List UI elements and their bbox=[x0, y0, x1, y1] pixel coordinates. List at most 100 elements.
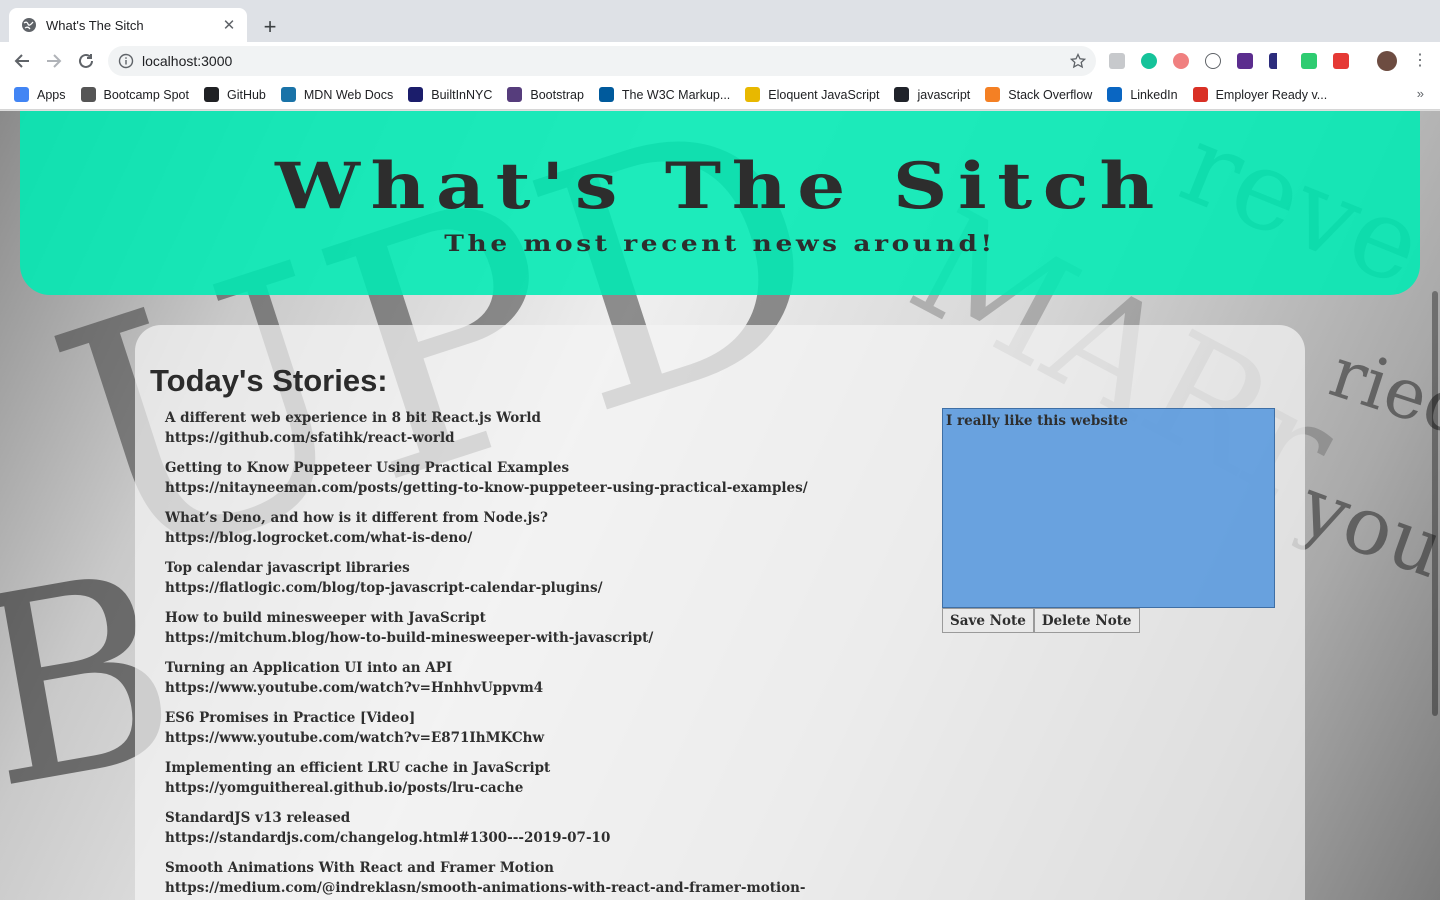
story-item: Getting to Know Puppeteer Using Practica… bbox=[165, 458, 885, 508]
bookmark-label: BuiltInNYC bbox=[431, 87, 493, 102]
story-link[interactable]: https://standardjs.com/changelog.html#13… bbox=[165, 828, 885, 848]
site-subtitle: The most recent news around! bbox=[444, 231, 996, 257]
globe-icon bbox=[21, 17, 37, 33]
extension-icon[interactable] bbox=[1109, 53, 1125, 69]
bookmark-item[interactable]: LinkedIn bbox=[1107, 87, 1178, 102]
site-title: What's The Sitch bbox=[275, 149, 1165, 224]
story-title[interactable]: Getting to Know Puppeteer Using Practica… bbox=[165, 458, 885, 478]
story-link[interactable]: https://blog.logrocket.com/what-is-deno/ bbox=[165, 528, 885, 548]
bookmark-item[interactable]: GitHub bbox=[203, 87, 266, 102]
story-title[interactable]: Turning an Application UI into an API bbox=[165, 658, 885, 678]
stackoverflow-icon bbox=[985, 87, 1001, 102]
bookmark-item[interactable]: Stack Overflow bbox=[985, 87, 1092, 102]
page-scrollbar[interactable] bbox=[1430, 111, 1440, 900]
story-title[interactable]: ES6 Promises in Practice [Video] bbox=[165, 708, 885, 728]
bookmark-label: javascript bbox=[917, 87, 971, 102]
ejs-icon bbox=[745, 87, 761, 102]
w3c-icon bbox=[598, 87, 614, 102]
bookmark-item[interactable]: Apps bbox=[14, 87, 66, 102]
reload-button[interactable] bbox=[74, 49, 98, 73]
address-bar[interactable]: localhost:3000 bbox=[108, 46, 1096, 76]
story-link[interactable]: https://mitchum.blog/how-to-build-minesw… bbox=[165, 628, 885, 648]
story-link[interactable]: https://www.youtube.com/watch?v=E871IhMK… bbox=[165, 728, 885, 748]
grammarly-icon[interactable] bbox=[1141, 53, 1157, 69]
menu-dots-icon[interactable]: ⋮ bbox=[1412, 53, 1428, 69]
bookmarks-overflow-icon[interactable]: » bbox=[1417, 86, 1424, 101]
extension-icon[interactable] bbox=[1173, 53, 1189, 69]
tab-strip: What's The Sitch ✕ + bbox=[0, 0, 1440, 42]
story-link[interactable]: https://nitayneeman.com/posts/getting-to… bbox=[165, 478, 885, 498]
story-title[interactable]: StandardJS v13 released bbox=[165, 808, 885, 828]
bookmark-item[interactable]: BuiltInNYC bbox=[408, 87, 492, 102]
story-link[interactable]: https://www.youtube.com/watch?v=HnhhvUpp… bbox=[165, 678, 885, 698]
avatar[interactable] bbox=[1377, 51, 1397, 71]
delete-note-button[interactable]: Delete Note bbox=[1033, 608, 1140, 633]
story-item: What’s Deno, and how is it different fro… bbox=[165, 508, 885, 558]
story-title[interactable]: Top calendar javascript libraries bbox=[165, 558, 885, 578]
story-item: Turning an Application UI into an API htt… bbox=[165, 658, 885, 708]
bookmark-label: Bootcamp Spot bbox=[103, 87, 189, 102]
story-item: StandardJS v13 released https://standardj… bbox=[165, 808, 885, 858]
story-title[interactable]: Smooth Animations With React and Framer … bbox=[165, 858, 885, 878]
github-icon bbox=[203, 87, 219, 102]
back-arrow-icon bbox=[14, 54, 29, 68]
extension-icon[interactable] bbox=[1333, 53, 1349, 69]
story-link[interactable]: https://yomguithereal.github.io/posts/lr… bbox=[165, 778, 885, 798]
new-tab-button[interactable]: + bbox=[256, 13, 284, 41]
reload-icon bbox=[79, 53, 93, 68]
story-item: Top calendar javascript libraries https:/… bbox=[165, 558, 885, 608]
bookmark-label: Eloquent JavaScript bbox=[768, 87, 880, 102]
bookmark-item[interactable]: Bootcamp Spot bbox=[80, 87, 189, 102]
checkbox-extension-icon[interactable] bbox=[1237, 53, 1253, 69]
bookmark-item[interactable]: Bootstrap bbox=[507, 87, 584, 102]
tab-title: What's The Sitch bbox=[46, 17, 144, 33]
bookmark-item[interactable]: The W3C Markup... bbox=[598, 87, 731, 102]
bookmark-star-icon[interactable] bbox=[1070, 53, 1086, 69]
bookmark-label: Bootstrap bbox=[530, 87, 584, 102]
react-icon bbox=[894, 87, 910, 102]
extension-icon[interactable] bbox=[1301, 53, 1317, 69]
bookmark-item[interactable]: MDN Web Docs bbox=[280, 87, 394, 102]
bookmark-label: LinkedIn bbox=[1130, 87, 1178, 102]
bookmark-label: Stack Overflow bbox=[1008, 87, 1093, 102]
bookmark-label: MDN Web Docs bbox=[303, 87, 394, 102]
story-link[interactable]: https://flatlogic.com/blog/top-javascrip… bbox=[165, 578, 885, 598]
content-panel: Today's Stories: A different web experie… bbox=[135, 325, 1305, 900]
extension-icon[interactable] bbox=[1205, 53, 1221, 69]
cursor-extension-icon[interactable] bbox=[1269, 53, 1285, 69]
story-title[interactable]: How to build minesweeper with JavaScript bbox=[165, 608, 885, 628]
save-note-button[interactable]: Save Note bbox=[942, 608, 1034, 633]
forward-button[interactable] bbox=[42, 49, 66, 73]
stories-heading: Today's Stories: bbox=[150, 363, 388, 398]
site-header: What's The Sitch The most recent news ar… bbox=[20, 111, 1420, 295]
mdn-icon bbox=[280, 87, 296, 102]
apps-grid-icon bbox=[14, 87, 29, 102]
bookmark-item[interactable]: Eloquent JavaScript bbox=[745, 87, 879, 102]
bootstrap-icon bbox=[507, 87, 523, 102]
bookmark-item[interactable]: Employer Ready v... bbox=[1192, 87, 1327, 102]
note-textarea[interactable]: I really like this website bbox=[942, 408, 1275, 608]
url-text: localhost:3000 bbox=[142, 53, 233, 69]
story-item: How to build minesweeper with JavaScript… bbox=[165, 608, 885, 658]
background-newspaper-letters: ried bbox=[1320, 331, 1440, 453]
close-tab-icon[interactable]: ✕ bbox=[221, 17, 237, 34]
back-button[interactable] bbox=[10, 49, 34, 73]
bookmark-label: GitHub bbox=[226, 87, 266, 102]
site-info-icon[interactable] bbox=[118, 53, 134, 69]
builtin-icon bbox=[408, 87, 424, 102]
notes-panel: I really like this website Save Note Del… bbox=[942, 408, 1275, 633]
story-item: ES6 Promises in Practice [Video] https://… bbox=[165, 708, 885, 758]
bookmark-label: The W3C Markup... bbox=[621, 87, 731, 102]
story-link[interactable]: https://github.com/sfatihk/react-world bbox=[165, 428, 885, 448]
background-newspaper-letters: you bbox=[1288, 459, 1440, 596]
story-title[interactable]: A different web experience in 8 bit Reac… bbox=[165, 408, 885, 428]
note-actions: Save Note Delete Note bbox=[942, 608, 1275, 633]
bookmark-label: Apps bbox=[37, 87, 66, 102]
story-title[interactable]: Implementing an efficient LRU cache in J… bbox=[165, 758, 885, 778]
story-link[interactable]: https://medium.com/@indreklasn/smooth-an… bbox=[165, 878, 885, 898]
scrollbar-thumb[interactable] bbox=[1432, 291, 1438, 716]
browser-tab[interactable]: What's The Sitch ✕ bbox=[9, 8, 247, 42]
story-title[interactable]: What’s Deno, and how is it different fro… bbox=[165, 508, 885, 528]
story-item: Smooth Animations With React and Framer … bbox=[165, 858, 885, 900]
bookmark-item[interactable]: javascript bbox=[894, 87, 970, 102]
